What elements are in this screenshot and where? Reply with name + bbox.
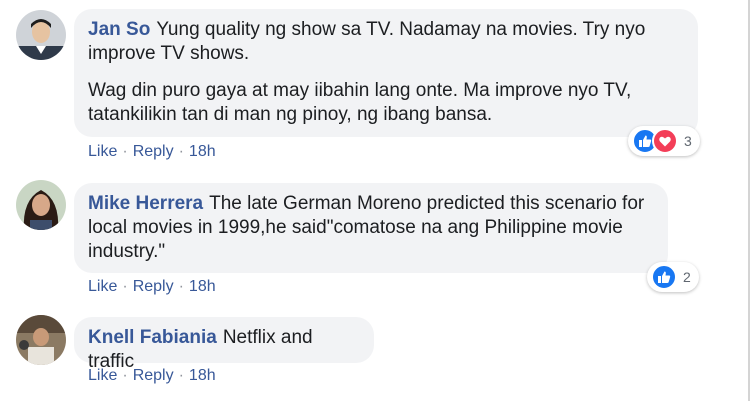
comment-paragraph: Mike Herrera The late German Moreno predi… — [88, 192, 654, 264]
comment-author[interactable]: Knell Fabiania — [88, 327, 217, 348]
reply-link[interactable]: Reply — [133, 367, 174, 384]
reply-link[interactable]: Reply — [133, 143, 174, 160]
comment-actions: Like · Reply · 18h — [88, 367, 216, 385]
comment-paragraph: Jan So Yung quality ng show sa TV. Nadama… — [88, 18, 684, 66]
separator: · — [178, 367, 184, 384]
separator: · — [122, 143, 128, 160]
separator: · — [122, 367, 128, 384]
timestamp-link[interactable]: 18h — [189, 278, 216, 295]
reaction-summary[interactable]: 3 — [628, 126, 700, 156]
reply-link[interactable]: Reply — [133, 278, 174, 295]
separator: · — [178, 143, 184, 160]
reaction-count: 3 — [684, 133, 692, 149]
comment-bubble: Mike Herrera The late German Moreno predi… — [74, 183, 668, 273]
comment-paragraph: Wag din puro gaya at may iibahin lang on… — [88, 80, 632, 125]
reaction-count: 2 — [683, 269, 691, 285]
like-icon — [651, 264, 677, 290]
timestamp-link[interactable]: 18h — [189, 367, 216, 384]
like-link[interactable]: Like — [88, 143, 117, 160]
comment-text: Yung quality ng show sa TV. Nadamay na m… — [88, 19, 646, 64]
comment-author[interactable]: Mike Herrera — [88, 193, 203, 214]
reaction-summary[interactable]: 2 — [647, 262, 699, 292]
avatar[interactable] — [16, 180, 66, 230]
love-icon — [652, 128, 678, 154]
comment-bubble: Knell Fabiania Netflix and traffic — [74, 317, 374, 372]
separator: · — [178, 278, 184, 295]
comment-bubble: Jan So Yung quality ng show sa TV. Nadama… — [74, 9, 698, 137]
comment-actions: Like · Reply · 18h — [88, 143, 216, 161]
comment-actions: Like · Reply · 18h — [88, 278, 216, 296]
comment-author[interactable]: Jan So — [88, 19, 150, 40]
like-link[interactable]: Like — [88, 278, 117, 295]
separator: · — [122, 278, 128, 295]
like-link[interactable]: Like — [88, 367, 117, 384]
avatar[interactable] — [16, 315, 66, 365]
timestamp-link[interactable]: 18h — [189, 143, 216, 160]
avatar[interactable] — [16, 10, 66, 60]
